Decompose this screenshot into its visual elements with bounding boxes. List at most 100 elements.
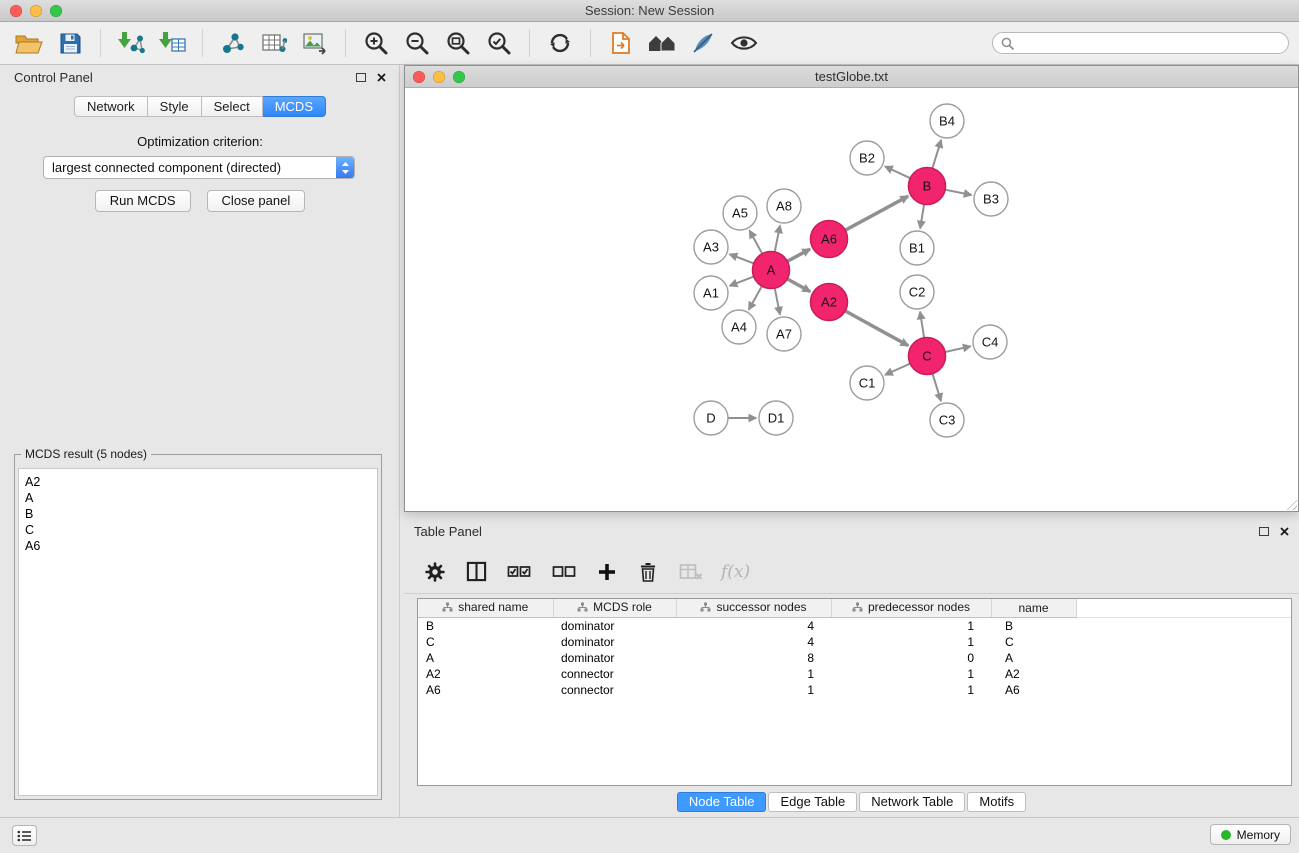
graph-edge-B-B4[interactable] [932, 140, 941, 168]
table-row-C[interactable]: Cdominator41C [418, 634, 1291, 650]
refresh-icon[interactable] [543, 26, 577, 60]
optimization-criterion-dropdown[interactable]: largest connected component (directed) [43, 156, 355, 179]
search-input[interactable] [992, 32, 1289, 54]
column-selector-icon[interactable] [463, 559, 489, 585]
graph-edge-A-A2[interactable] [787, 279, 810, 292]
table-row-A[interactable]: Adominator80A [418, 650, 1291, 666]
graphics-details-icon[interactable] [686, 26, 720, 60]
table-row-B[interactable]: Bdominator41B [418, 617, 1291, 634]
mcds-result-item-C[interactable]: C [19, 522, 377, 538]
tab-node-table[interactable]: Node Table [677, 792, 767, 812]
mcds-result-list[interactable]: A2ABCA6 [18, 468, 378, 796]
tab-select[interactable]: Select [202, 96, 263, 117]
mcds-result-item-B[interactable]: B [19, 506, 377, 522]
table-cell[interactable]: A6 [991, 682, 1076, 698]
column-header-successor-nodes[interactable]: successor nodes [676, 599, 831, 617]
graph-edge-C-C3[interactable] [933, 374, 942, 401]
table-cell[interactable]: 0 [831, 650, 991, 666]
table-cell[interactable]: 1 [831, 617, 991, 634]
session-document-icon[interactable] [604, 26, 638, 60]
column-header-predecessor-nodes[interactable]: predecessor nodes [831, 599, 991, 617]
new-table-icon[interactable] [257, 26, 291, 60]
float-panel-icon[interactable] [356, 73, 366, 82]
table-cell[interactable]: B [418, 617, 553, 634]
column-header-mcds-role[interactable]: MCDS role [553, 599, 676, 617]
show-hide-eye-icon[interactable] [727, 26, 761, 60]
table-cell[interactable]: A6 [418, 682, 553, 698]
minimize-network-window-icon[interactable] [433, 71, 445, 83]
graph-edge-C-C4[interactable] [945, 346, 970, 352]
column-header-shared-name[interactable]: shared name [418, 599, 553, 617]
import-network-icon[interactable] [114, 26, 148, 60]
graph-edge-A-A6[interactable] [787, 249, 810, 261]
close-network-window-icon[interactable] [413, 71, 425, 83]
mcds-result-item-A2[interactable]: A2 [19, 474, 377, 490]
table-cell[interactable]: A [991, 650, 1076, 666]
graph-edge-A-A1[interactable] [730, 277, 754, 286]
task-history-button[interactable] [12, 825, 37, 846]
table-cell[interactable]: dominator [553, 617, 676, 634]
network-window-titlebar[interactable]: testGlobe.txt [405, 66, 1298, 88]
tab-style[interactable]: Style [148, 96, 202, 117]
table-row-A6[interactable]: A6connector11A6 [418, 682, 1291, 698]
function-builder-icon[interactable]: f(x) [721, 562, 750, 582]
table-cell[interactable]: 1 [831, 634, 991, 650]
close-window-icon[interactable] [10, 5, 22, 17]
import-table-icon[interactable] [155, 26, 189, 60]
export-image-icon[interactable] [298, 26, 332, 60]
tab-motifs[interactable]: Motifs [967, 792, 1026, 812]
zoom-in-icon[interactable] [359, 26, 393, 60]
table-cell[interactable]: 1 [676, 666, 831, 682]
table-cell[interactable]: dominator [553, 634, 676, 650]
column-header-name[interactable]: name [991, 599, 1076, 617]
add-row-icon[interactable] [594, 559, 620, 585]
graph-edge-B-B2[interactable] [885, 167, 910, 179]
table-cell[interactable]: A2 [991, 666, 1076, 682]
mcds-result-item-A6[interactable]: A6 [19, 538, 377, 554]
network-canvas[interactable]: AA1A2A3A4A5A6A7A8BB1B2B3B4CC1C2C3C4DD1 [405, 88, 1298, 511]
table-cell[interactable]: connector [553, 666, 676, 682]
run-mcds-button[interactable]: Run MCDS [95, 190, 191, 212]
table-cell[interactable]: connector [553, 682, 676, 698]
graph-edge-C-C2[interactable] [920, 312, 924, 338]
zoom-fit-icon[interactable] [441, 26, 475, 60]
float-table-panel-icon[interactable] [1259, 527, 1269, 536]
graph-edge-A2-C[interactable] [845, 311, 908, 346]
delete-table-icon[interactable] [676, 559, 706, 585]
table-row-A2[interactable]: A2connector11A2 [418, 666, 1291, 682]
tab-network-table[interactable]: Network Table [859, 792, 965, 812]
maximize-window-icon[interactable] [50, 5, 62, 17]
table-cell[interactable]: C [991, 634, 1076, 650]
table-settings-gear-icon[interactable] [422, 559, 448, 585]
table-cell[interactable]: dominator [553, 650, 676, 666]
tab-mcds[interactable]: MCDS [263, 96, 326, 117]
network-graph[interactable]: AA1A2A3A4A5A6A7A8BB1B2B3B4CC1C2C3C4DD1 [405, 88, 1298, 511]
table-cell[interactable]: C [418, 634, 553, 650]
table-cell[interactable]: 8 [676, 650, 831, 666]
graph-edge-A-A4[interactable] [749, 286, 762, 310]
graph-edge-A-A3[interactable] [730, 254, 754, 263]
graph-edge-B-B1[interactable] [920, 204, 924, 228]
home-icon[interactable] [645, 26, 679, 60]
close-table-panel-icon[interactable] [1280, 527, 1289, 536]
table-cell[interactable]: 4 [676, 617, 831, 634]
new-network-icon[interactable] [216, 26, 250, 60]
graph-edge-A6-B[interactable] [845, 196, 908, 230]
unselect-all-icon[interactable] [549, 559, 579, 585]
table-cell[interactable]: B [991, 617, 1076, 634]
save-session-icon[interactable] [53, 26, 87, 60]
tab-edge-table[interactable]: Edge Table [768, 792, 857, 812]
graph-edge-A-A5[interactable] [750, 231, 763, 254]
table-cell[interactable]: 1 [831, 682, 991, 698]
delete-row-trash-icon[interactable] [635, 559, 661, 585]
table-cell[interactable]: A2 [418, 666, 553, 682]
graph-edge-A-A8[interactable] [775, 226, 780, 252]
close-panel-icon[interactable] [377, 73, 386, 82]
table-cell[interactable]: 4 [676, 634, 831, 650]
table-cell[interactable]: A [418, 650, 553, 666]
table-cell[interactable]: 1 [831, 666, 991, 682]
table-cell[interactable]: 1 [676, 682, 831, 698]
minimize-window-icon[interactable] [30, 5, 42, 17]
tab-network[interactable]: Network [74, 96, 148, 117]
graph-edge-C-C1[interactable] [885, 364, 910, 375]
